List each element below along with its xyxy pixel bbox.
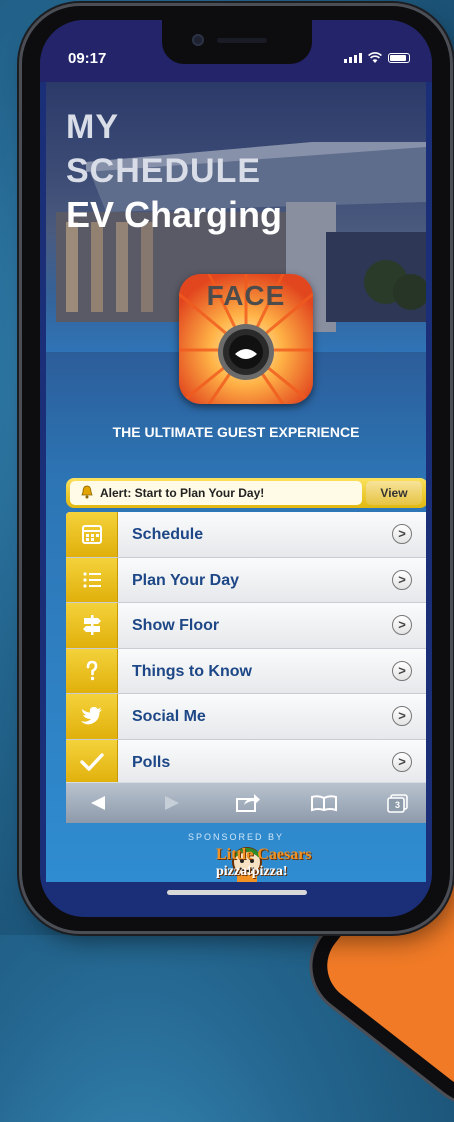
question-icon [66,648,118,693]
notch [162,20,312,64]
bookmarks-icon[interactable] [306,791,342,815]
signpost-icon [66,603,118,648]
title-my: MY [66,108,119,146]
menu-label-show-floor: Show Floor [132,617,220,634]
title-ev-charging: EV Charging [66,194,283,235]
menu-label-plan-your-day: Plan Your Day [132,571,239,589]
chevron-right-icon: > [392,706,412,726]
calendar-icon [66,512,118,557]
bell-icon [81,485,93,499]
app-content: MY SCHEDULE EV Charging FACE THE ULTIMAT… [46,82,426,882]
main-menu: Schedule > Plan Your Day > Show Floor > [66,512,426,784]
chevron-right-icon: > [392,569,412,590]
menu-item-show-floor[interactable]: Show Floor > [66,603,426,649]
alert-bar[interactable]: Alert: Start to Plan Your Day! View [66,478,426,508]
menu-label-schedule: Schedule [132,526,204,543]
tabs-count: 3 [395,800,401,810]
menu-item-things-to-know[interactable]: Things to Know > [66,648,426,694]
menu-label-social-me: Social Me [132,708,206,725]
browser-toolbar: 3 [66,782,426,823]
signal-icon [344,53,362,63]
share-icon[interactable] [230,791,266,815]
sponsor-brand: Little Caesars [216,846,312,863]
menu-item-polls[interactable]: Polls > [66,739,426,784]
earpiece-speaker [217,38,267,43]
menu-label-things-to-know: Things to Know [132,662,252,680]
face-app-logo: FACE [179,274,313,404]
bird-icon [66,694,118,739]
menu-item-social-me[interactable]: Social Me > [66,694,426,740]
front-camera [192,34,204,46]
status-icons [344,52,410,63]
alert-view-button[interactable]: View [366,481,422,505]
back-arrow-icon[interactable] [80,791,116,815]
tabs-icon[interactable]: 3 [380,791,416,815]
title-schedule: SCHEDULE [66,152,262,190]
menu-item-plan-your-day[interactable]: Plan Your Day > [66,557,426,603]
chevron-right-icon: > [392,660,412,681]
alert-message-box: Alert: Start to Plan Your Day! [70,481,362,505]
chevron-right-icon: > [392,751,412,772]
sponsor-label: SPONSORED BY [187,832,285,842]
phone-frame: 09:17 MY SCHEDULE EV Charging FACE THE U… [22,6,450,931]
sponsor-banner: SPONSORED BY Little Caesars pizza!pizza! [46,827,426,882]
home-indicator[interactable] [167,890,307,895]
little-caesars-logo[interactable]: Little Caesars pizza!pizza! [172,844,322,882]
sponsor-slogan: pizza!pizza! [216,864,288,879]
battery-icon [388,53,410,63]
list-icon [66,557,118,602]
menu-label-polls: Polls [132,753,171,771]
logo-text: FACE [206,280,286,311]
checkmark-icon [66,739,118,784]
forward-arrow-icon[interactable] [154,791,190,815]
menu-item-schedule[interactable]: Schedule > [66,512,426,558]
chevron-right-icon: > [392,524,412,544]
chevron-right-icon: > [392,615,412,635]
status-time: 09:17 [68,50,107,67]
tagline: THE ULTIMATE GUEST EXPERIENCE [112,424,360,440]
phone-screen: 09:17 MY SCHEDULE EV Charging FACE THE U… [40,20,432,917]
wifi-icon [368,52,382,63]
alert-text: Alert: Start to Plan Your Day! [100,486,265,500]
